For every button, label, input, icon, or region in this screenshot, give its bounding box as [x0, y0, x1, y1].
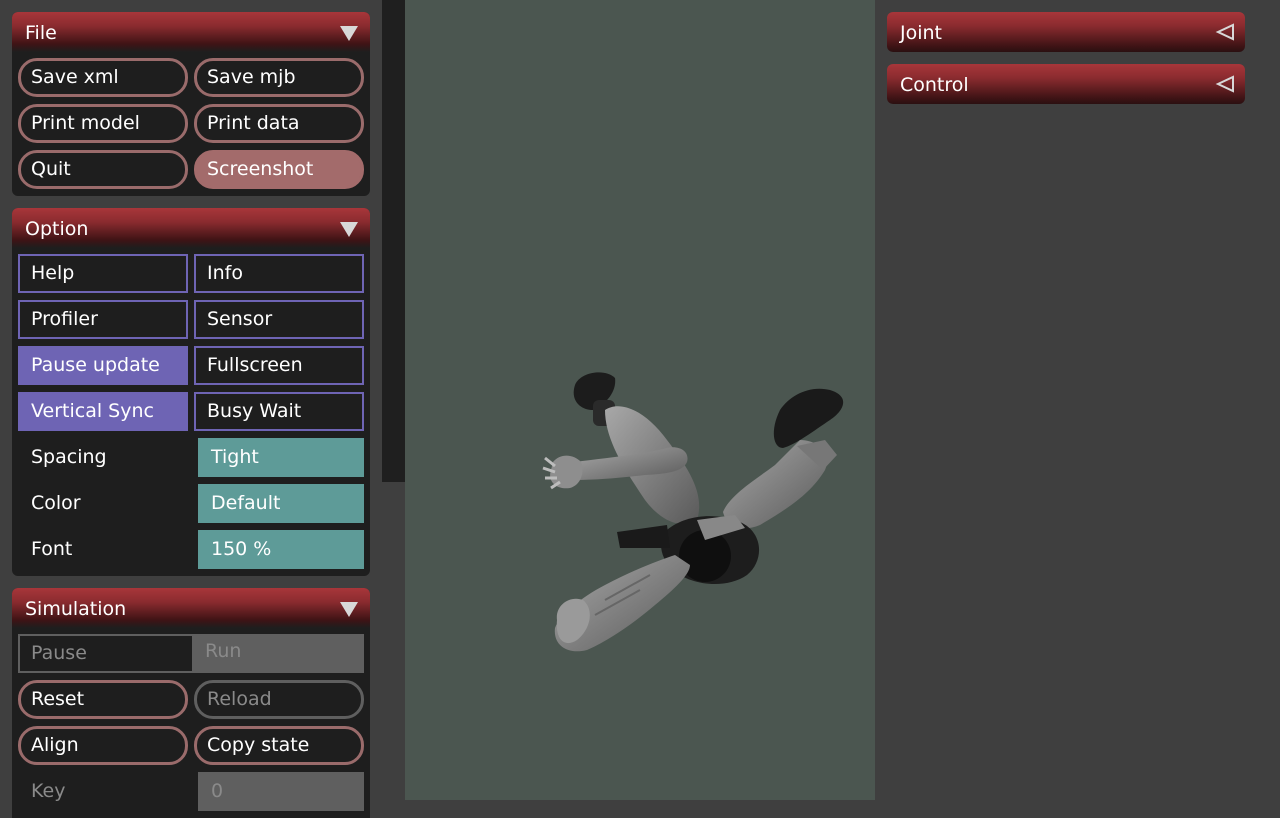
color-label: Color	[31, 492, 81, 514]
info-checkbox[interactable]: Info	[194, 254, 364, 293]
fullscreen-checkbox[interactable]: Fullscreen	[194, 346, 364, 385]
spacing-select[interactable]: Tight	[198, 438, 364, 477]
joint-section-header[interactable]: Joint	[887, 12, 1245, 52]
pause-radio-option[interactable]: Pause	[18, 634, 194, 673]
simulation-viewport[interactable]	[405, 0, 875, 800]
expand-triangle-icon[interactable]	[1215, 23, 1235, 41]
font-select[interactable]: 150 %	[198, 530, 364, 569]
color-select[interactable]: Default	[198, 484, 364, 523]
save-mjb-button[interactable]: Save mjb	[194, 58, 364, 97]
reset-button[interactable]: Reset	[18, 680, 188, 719]
quit-button[interactable]: Quit	[18, 150, 188, 189]
collapse-triangle-icon[interactable]	[338, 24, 360, 42]
left-ui-panel: File Save xml Save mjb Print model Print…	[0, 0, 382, 818]
copy-state-button[interactable]: Copy state	[194, 726, 364, 765]
option-section-header[interactable]: Option	[12, 208, 370, 248]
print-model-button[interactable]: Print model	[18, 104, 188, 143]
simulation-section-title: Simulation	[25, 598, 127, 620]
collapse-triangle-icon[interactable]	[338, 220, 360, 238]
humanoid-robot-figure	[542, 372, 844, 652]
print-data-button[interactable]: Print data	[194, 104, 364, 143]
reload-button[interactable]: Reload	[194, 680, 364, 719]
key-slider[interactable]: 0	[198, 772, 364, 811]
left-panel-scrollbar[interactable]	[382, 0, 405, 800]
profiler-checkbox[interactable]: Profiler	[18, 300, 188, 339]
simulation-section: Simulation Pause Run Reset Reload Align …	[12, 588, 370, 818]
run-mode-radio-group: Pause Run	[18, 634, 364, 673]
collapse-triangle-icon[interactable]	[338, 600, 360, 618]
key-label: Key	[31, 780, 66, 802]
file-section: File Save xml Save mjb Print model Print…	[12, 12, 370, 196]
expand-triangle-icon[interactable]	[1215, 75, 1235, 93]
option-section: Option Help Info Profiler Sensor Pause u…	[12, 208, 370, 576]
file-section-header[interactable]: File	[12, 12, 370, 52]
sensor-checkbox[interactable]: Sensor	[194, 300, 364, 339]
font-label: Font	[31, 538, 73, 560]
joint-section-title: Joint	[900, 22, 942, 44]
file-section-title: File	[25, 22, 57, 44]
busy-wait-checkbox[interactable]: Busy Wait	[194, 392, 364, 431]
simulation-section-header[interactable]: Simulation	[12, 588, 370, 628]
screenshot-button[interactable]: Screenshot	[194, 150, 364, 189]
spacing-label: Spacing	[31, 446, 107, 468]
right-ui-panel: Joint Control	[875, 0, 1280, 800]
scrollbar-thumb[interactable]	[382, 0, 405, 482]
help-checkbox[interactable]: Help	[18, 254, 188, 293]
option-section-title: Option	[25, 218, 89, 240]
control-section-header[interactable]: Control	[887, 64, 1245, 104]
save-xml-button[interactable]: Save xml	[18, 58, 188, 97]
control-section-title: Control	[900, 74, 969, 96]
vertical-sync-checkbox[interactable]: Vertical Sync	[18, 392, 188, 431]
align-button[interactable]: Align	[18, 726, 188, 765]
run-radio-option[interactable]: Run	[194, 634, 364, 673]
pause-update-checkbox[interactable]: Pause update	[18, 346, 188, 385]
